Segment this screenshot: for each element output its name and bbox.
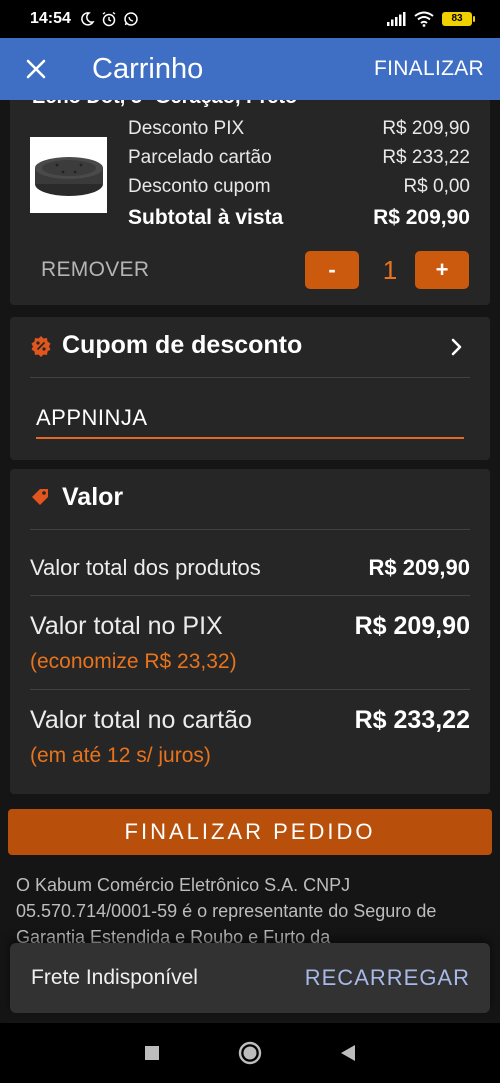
wifi-icon bbox=[414, 11, 434, 27]
pix-total-value: R$ 209,90 bbox=[354, 612, 470, 640]
price-value: R$ 209,90 bbox=[382, 118, 470, 139]
price-label: Desconto PIX bbox=[128, 118, 245, 139]
products-total-row: Valor total dos produtos R$ 209,90 bbox=[30, 555, 470, 581]
product-card: Echo Dot, 3ª Geração, Preto Desconto PIX… bbox=[10, 100, 490, 305]
coupon-header[interactable]: Cupom de desconto bbox=[30, 331, 302, 360]
chevron-right-icon[interactable] bbox=[450, 337, 464, 357]
snackbar-message: Frete Indisponível bbox=[31, 966, 198, 989]
price-tag-icon bbox=[32, 488, 48, 505]
values-header: Valor bbox=[30, 483, 123, 512]
pix-total-label: Valor total no PIX bbox=[30, 612, 223, 640]
product-title: Echo Dot, 3ª Geração, Preto bbox=[32, 100, 297, 109]
subtotal-row: Subtotal à vista R$ 209,90 bbox=[128, 206, 470, 230]
quantity-decrease-button[interactable]: - bbox=[305, 251, 359, 289]
moon-icon bbox=[81, 12, 95, 26]
back-triangle-icon[interactable] bbox=[340, 1044, 356, 1062]
products-total-label: Valor total dos produtos bbox=[30, 555, 261, 580]
price-value: R$ 233,22 bbox=[382, 147, 470, 168]
echo-dot-image bbox=[34, 157, 103, 196]
status-time: 14:54 bbox=[30, 10, 71, 27]
quantity-value: 1 bbox=[382, 255, 398, 285]
divider bbox=[30, 689, 470, 690]
finalize-top-button[interactable]: FINALIZAR bbox=[374, 57, 484, 81]
products-total-value: R$ 209,90 bbox=[368, 555, 470, 580]
coupon-title: Cupom de desconto bbox=[62, 331, 303, 359]
recents-square-icon[interactable] bbox=[144, 1045, 160, 1061]
pix-savings-note: (economize R$ 23,32) bbox=[30, 650, 237, 673]
discount-badge-icon bbox=[31, 335, 51, 357]
subtotal-label: Subtotal à vista bbox=[128, 206, 284, 229]
card-total-value: R$ 233,22 bbox=[354, 706, 470, 734]
price-row-installment: Parcelado cartão R$ 233,22 bbox=[128, 147, 470, 169]
system-nav-bar bbox=[0, 1023, 500, 1083]
status-left-icons bbox=[79, 11, 139, 27]
whatsapp-icon bbox=[124, 12, 138, 26]
subtotal-value: R$ 209,90 bbox=[373, 206, 470, 229]
status-right: 83 bbox=[386, 11, 475, 27]
values-title: Valor bbox=[62, 483, 124, 511]
snackbar: Frete Indisponível RECARREGAR bbox=[10, 943, 490, 1013]
reload-button[interactable]: RECARREGAR bbox=[305, 965, 470, 991]
signal-icon bbox=[387, 12, 406, 26]
remove-button[interactable]: REMOVER bbox=[41, 258, 149, 282]
quantity-increase-button[interactable]: + bbox=[415, 251, 469, 289]
values-card: Valor Valor total dos produtos R$ 209,90… bbox=[10, 469, 490, 794]
divider bbox=[30, 529, 470, 530]
price-row-coupon: Desconto cupom R$ 0,00 bbox=[128, 176, 470, 198]
installment-note: (em até 12 s/ juros) bbox=[30, 744, 211, 767]
pix-total-row: Valor total no PIX R$ 209,90 bbox=[30, 612, 470, 641]
price-label: Desconto cupom bbox=[128, 176, 271, 197]
battery-icon: 83 bbox=[442, 12, 475, 26]
price-value: R$ 0,00 bbox=[403, 176, 470, 197]
price-row-pix: Desconto PIX R$ 209,90 bbox=[128, 118, 470, 140]
price-label: Parcelado cartão bbox=[128, 147, 272, 168]
divider bbox=[30, 595, 470, 596]
card-total-label: Valor total no cartão bbox=[30, 706, 252, 734]
card-total-row: Valor total no cartão R$ 233,22 bbox=[30, 706, 470, 735]
coupon-code: APPNINJA bbox=[36, 405, 148, 430]
product-image[interactable] bbox=[30, 137, 107, 213]
close-button[interactable] bbox=[0, 38, 72, 100]
app-bar: Carrinho FINALIZAR bbox=[0, 38, 500, 100]
status-bar: 14:54 83 bbox=[0, 0, 500, 38]
home-circle-icon[interactable] bbox=[238, 1041, 262, 1065]
coupon-card: Cupom de desconto APPNINJA bbox=[10, 317, 490, 460]
close-icon bbox=[26, 59, 46, 79]
coupon-input[interactable]: APPNINJA bbox=[36, 401, 464, 439]
divider bbox=[30, 377, 470, 378]
page-title: Carrinho bbox=[92, 52, 204, 85]
legal-text: O Kabum Comércio Eletrônico S.A. CNPJ 05… bbox=[16, 875, 437, 947]
alarm-icon bbox=[102, 11, 116, 27]
checkout-button[interactable]: FINALIZAR PEDIDO bbox=[8, 809, 492, 855]
